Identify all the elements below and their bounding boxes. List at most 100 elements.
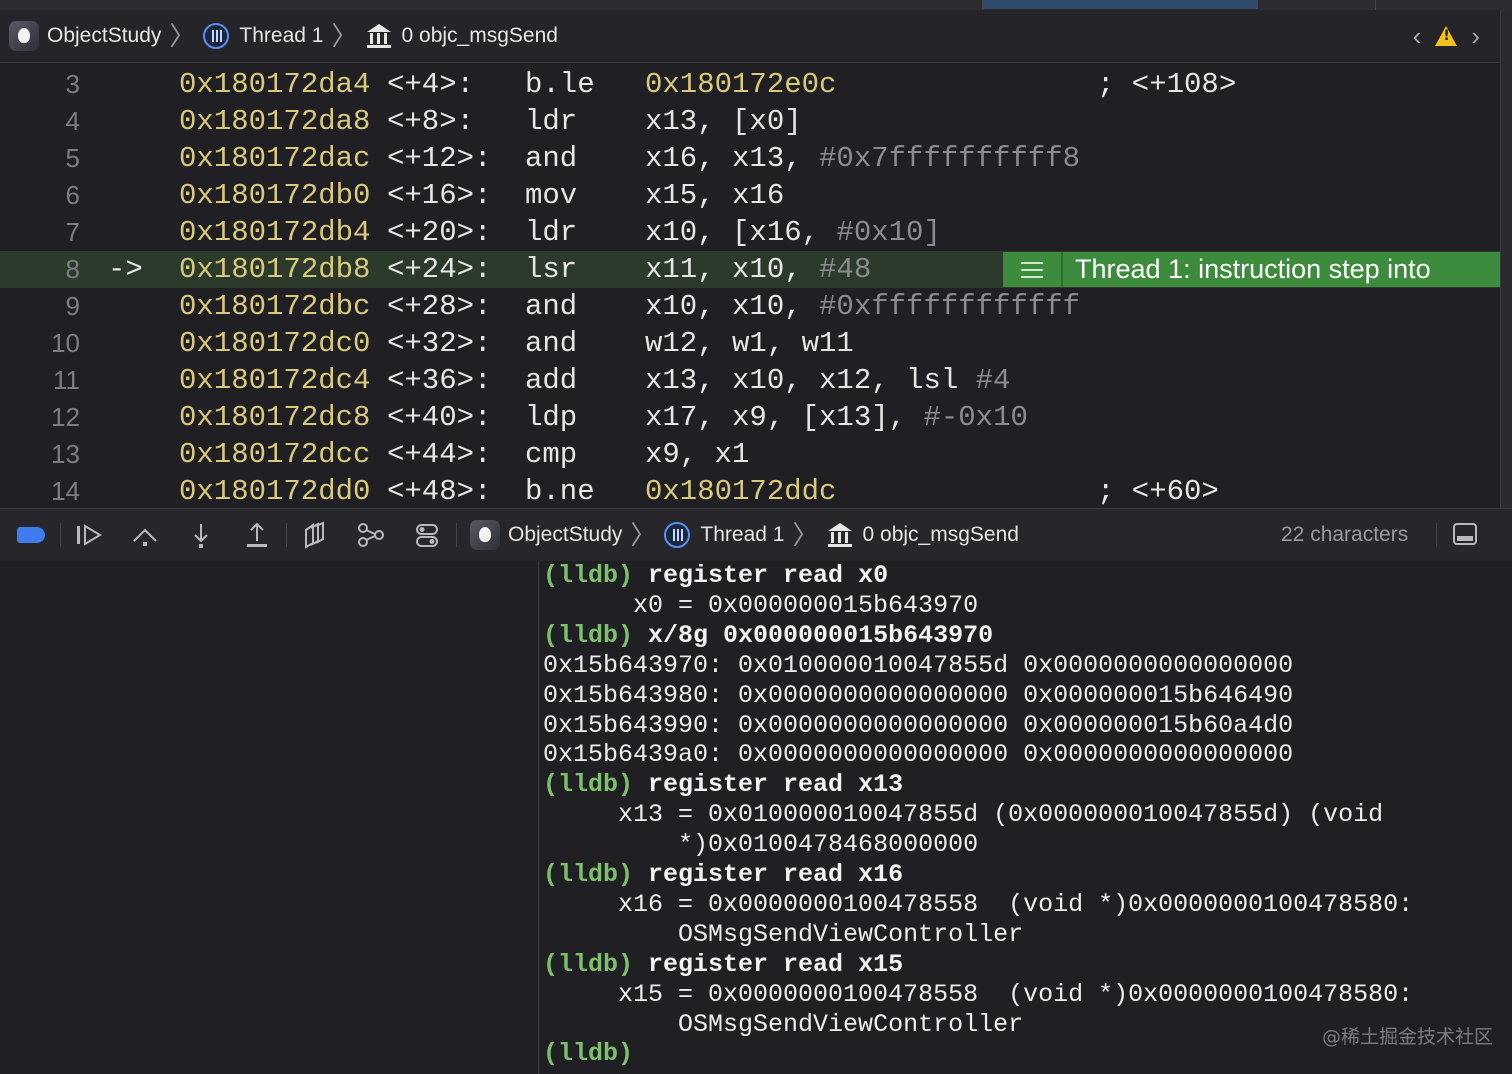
instruction-offset: <+16>: xyxy=(387,179,492,212)
lldb-output: 0x15b643980: 0x0000000000000000 0x000000… xyxy=(543,680,1294,710)
line-number: 12 xyxy=(51,402,80,432)
toggle-console-panel-icon[interactable] xyxy=(1453,523,1477,545)
instruction-offset: <+36>: xyxy=(387,364,492,397)
disassembly-row[interactable]: 12 0x180172dc8 <+40>: ldp x17, x9, [x13], #-… xyxy=(0,399,1500,436)
disassembly-row[interactable]: 6 0x180172db0 <+16>: mov x15, x16 xyxy=(0,177,1500,214)
lldb-output: 0x15b643990: 0x0000000000000000 0x000000… xyxy=(543,710,1294,740)
memory-graph-icon xyxy=(358,523,384,547)
debug-bar-frame[interactable]: 0 objc_msgSend xyxy=(827,509,1019,561)
instruction-mnemonic: b.ne xyxy=(525,475,595,508)
continue-button[interactable] xyxy=(72,509,106,561)
variables-view[interactable] xyxy=(0,561,539,1074)
register-operand: x15, x16 xyxy=(645,179,785,212)
lldb-prompt: (lldb) xyxy=(543,620,649,650)
lldb-prompt: (lldb) xyxy=(543,949,649,979)
disassembly-row[interactable]: 4 0x180172da8 <+8>: ldr x13, [x0] xyxy=(0,103,1500,140)
breadcrumb-chevron-icon: 〉 xyxy=(331,21,358,51)
immediate-operand: #0xffffffffffff xyxy=(819,290,1081,323)
instruction-operands: x10, x10, #0xffffffffffff xyxy=(645,288,1080,325)
immediate-operand: #0x10] xyxy=(836,216,941,249)
disassembly-row[interactable]: 11 0x180172dc4 <+36>: add x13, x10, x12, lsl… xyxy=(0,362,1500,399)
debug-bar-thread[interactable]: Thread 1 xyxy=(664,509,784,561)
program-counter-arrow: -> xyxy=(108,253,143,286)
jump-bar-project[interactable]: ObjectStudy xyxy=(0,10,161,62)
line-number: 3 xyxy=(65,69,80,99)
disassembly-row[interactable]: 3 0x180172da4 <+4>: b.le 0x180172e0c ; <+108> xyxy=(0,66,1500,103)
thread-status-badge[interactable]: Thread 1: instruction step into xyxy=(1003,252,1500,287)
disassembly-row[interactable]: 9 0x180172dbc <+28>: and x10, x10, #0xffffff… xyxy=(0,288,1500,325)
console-line: OSMsgSendViewController xyxy=(543,1010,1023,1040)
disassembly-row[interactable]: 7 0x180172db4 <+20>: ldr x10, [x16, #0x10] xyxy=(0,214,1500,251)
instruction-mnemonic: ldr xyxy=(525,105,578,138)
view-hierarchy-button[interactable] xyxy=(298,509,332,561)
stack-frame-icon xyxy=(827,522,853,548)
environment-overrides-icon xyxy=(416,524,438,547)
instruction-mnemonic: cmp xyxy=(525,438,578,471)
lldb-output: 0x15b6439a0: 0x0000000000000000 0x000000… xyxy=(543,740,1294,770)
instruction-address: 0x180172db4 xyxy=(179,216,371,249)
memory-graph-button[interactable] xyxy=(354,509,388,561)
register-operand: x13, x10, x12, lsl xyxy=(645,364,976,397)
line-number: 11 xyxy=(53,365,80,395)
line-number: 10 xyxy=(51,328,80,358)
step-over-button[interactable] xyxy=(128,509,162,561)
disassembly-row[interactable]: 10 0x180172dc0 <+32>: and w12, w1, w11 xyxy=(0,325,1500,362)
menu-lines-icon[interactable] xyxy=(1003,252,1063,287)
disassembly-row[interactable]: 14 0x180172dd0 <+48>: b.ne 0x180172ddc ; <+60… xyxy=(0,473,1500,508)
warning-icon[interactable] xyxy=(1435,26,1458,46)
issue-navigator: ‹ › xyxy=(1413,10,1480,62)
lldb-command: register read x16 xyxy=(648,860,904,889)
jump-bar-thread[interactable]: Thread 1 xyxy=(203,10,323,62)
register-operand: x10, [x16, xyxy=(645,216,837,249)
console-line: *)0x0100478468000000 xyxy=(543,830,978,860)
instruction-mnemonic: and xyxy=(525,290,578,323)
chevron-left-icon[interactable]: ‹ xyxy=(1413,21,1422,52)
instruction-offset: <+20>: xyxy=(387,216,492,249)
lldb-command: register read x0 xyxy=(648,561,889,590)
debug-bar-thread-label: Thread 1 xyxy=(700,523,785,546)
breakpoint-icon xyxy=(17,527,45,543)
tab-divider xyxy=(1375,0,1376,10)
step-over-icon xyxy=(133,528,157,546)
disassembly-row[interactable]: 13 0x180172dcc <+44>: cmp x9, x1 xyxy=(0,436,1500,473)
console-line: OSMsgSendViewController xyxy=(543,920,1023,950)
register-operand: x16, x13, xyxy=(645,142,820,175)
step-into-button[interactable] xyxy=(184,509,218,561)
instruction-offset: <+28>: xyxy=(387,290,492,323)
immediate-operand: #4 xyxy=(975,364,1011,397)
active-tab-indicator[interactable] xyxy=(983,0,1258,9)
disassembly-row[interactable]: 8 -> 0x180172db8 <+24>: lsr x11, x10, #48 Thre… xyxy=(0,251,1500,288)
register-operand: w12, w1, w11 xyxy=(645,327,854,360)
console-line: x15 = 0x0000000100478558 (void *)0x00000… xyxy=(543,980,1413,1010)
jump-bar-frame[interactable]: 0 objc_msgSend xyxy=(366,10,558,62)
continue-icon xyxy=(77,524,102,546)
thread-status-label: Thread 1: instruction step into xyxy=(1075,254,1431,284)
line-number: 8 xyxy=(65,254,80,284)
debug-bar-project[interactable]: ObjectStudy xyxy=(470,509,622,561)
console-line: (lldb) register read x15 xyxy=(543,950,903,980)
lldb-command: x/8g 0x000000015b643970 xyxy=(648,620,994,650)
line-number: 7 xyxy=(65,217,80,247)
instruction-address: 0x180172db0 xyxy=(179,179,371,212)
console-line: (lldb) xyxy=(543,1039,633,1069)
instruction-operands: 0x180172ddc xyxy=(645,473,836,508)
line-number: 14 xyxy=(51,476,80,506)
console-line: (lldb) register read x16 xyxy=(543,860,903,890)
lldb-output: OSMsgSendViewController xyxy=(678,919,1024,949)
chevron-right-icon[interactable]: › xyxy=(1471,21,1480,52)
lldb-console[interactable]: (lldb) register read x0 x0 = 0x000000015… xyxy=(539,561,1512,1074)
step-out-button[interactable] xyxy=(240,509,274,561)
instruction-mnemonic: ldp xyxy=(525,401,578,434)
thread-icon xyxy=(664,522,691,548)
disassembly-row[interactable]: 5 0x180172dac <+12>: and x16, x13, #0x7fffff… xyxy=(0,140,1500,177)
editor-scrollbar[interactable] xyxy=(1500,10,1512,508)
instruction-mnemonic: add xyxy=(525,364,578,397)
instruction-operands: 0x180172e0c xyxy=(645,66,836,103)
instruction-operands: w12, w1, w11 xyxy=(645,325,854,362)
environment-overrides-button[interactable] xyxy=(410,509,444,561)
line-number: 4 xyxy=(65,106,80,136)
breakpoints-toggle-button[interactable] xyxy=(14,509,48,561)
jump-bar-thread-label: Thread 1 xyxy=(239,24,324,47)
tab-divider xyxy=(982,0,983,10)
watermark: @稀土掘金技术社区 xyxy=(1322,1026,1494,1048)
